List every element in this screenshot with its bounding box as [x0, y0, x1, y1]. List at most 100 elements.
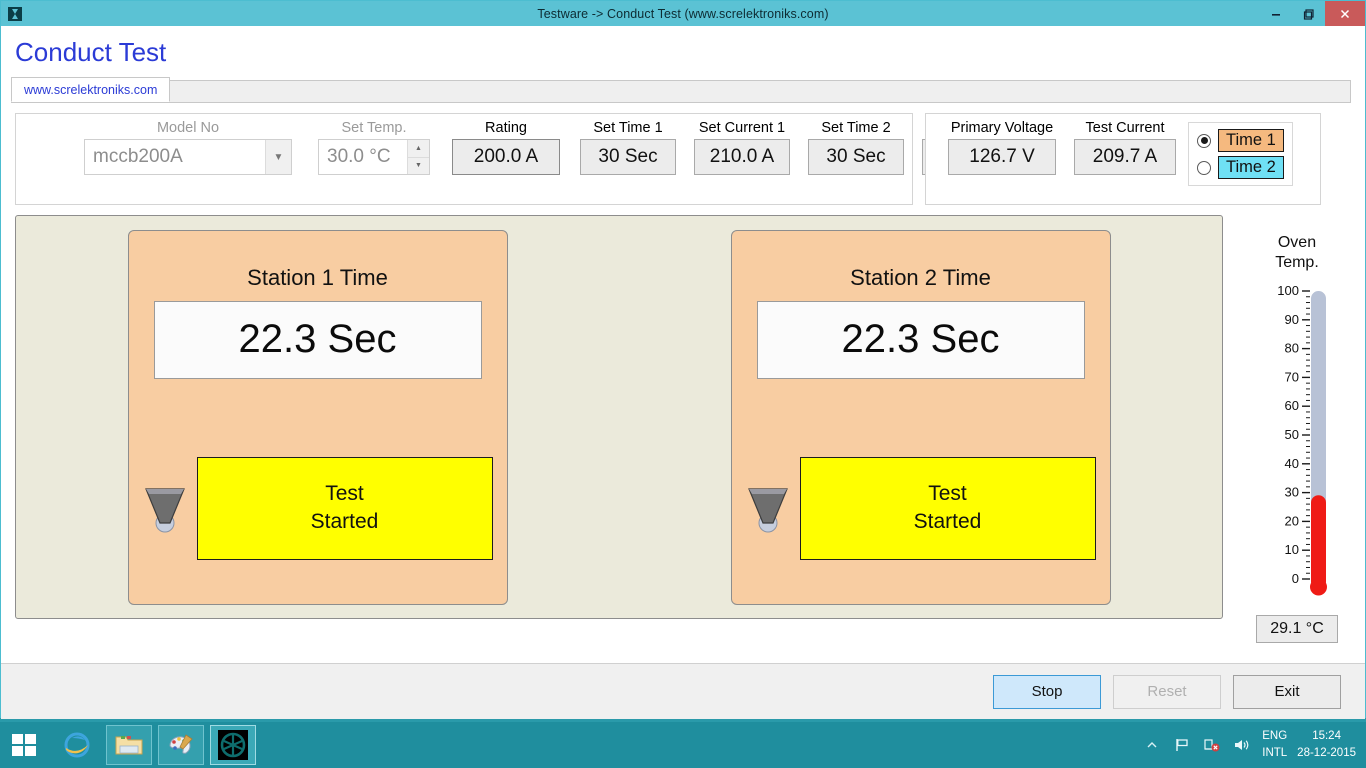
- oven-temp-title: Oven Temp.: [1275, 233, 1319, 273]
- svg-text:90: 90: [1285, 312, 1299, 327]
- reset-button: Reset: [1113, 674, 1221, 709]
- primary-voltage-label: Primary Voltage: [950, 120, 1054, 136]
- field-set-temp: Set Temp. 30.0 °C ▲ ▼: [318, 120, 430, 175]
- svg-text:70: 70: [1285, 369, 1299, 384]
- test-current-label: Test Current: [1085, 120, 1165, 136]
- footer-button-bar: Stop Reset Exit: [1, 663, 1365, 719]
- station-1-status-button[interactable]: Test Started: [196, 456, 493, 560]
- internet-explorer-icon[interactable]: [54, 725, 100, 765]
- minimize-button[interactable]: [1259, 1, 1292, 26]
- oven-temp-title-line2: Temp.: [1275, 254, 1319, 271]
- station-2-panel: Station 2 Time 22.3 Sec Test Started: [730, 229, 1111, 605]
- taskbar: ENG INTL 15:24 28-12-2015: [0, 722, 1366, 768]
- set-temp-stepper[interactable]: 30.0 °C ▲ ▼: [318, 139, 430, 175]
- stop-button-label: Stop: [1031, 683, 1063, 700]
- svg-text:40: 40: [1285, 456, 1299, 471]
- set-current-1-label: Set Current 1: [698, 120, 786, 136]
- funnel-indicator-icon: [746, 481, 790, 535]
- station-2-status-line1: Test: [928, 481, 967, 505]
- spinner-up-icon[interactable]: ▲: [407, 140, 429, 158]
- oven-thermometer: Oven Temp. 0 10 20 30 40 50 60 70 80 90 100 29.1 °…: [1243, 233, 1351, 643]
- client-area: Model No mccb200A ▼ Set Temp. 30.0 °C ▲: [1, 103, 1365, 719]
- station-1-panel: Station 1 Time 22.3 Sec Test Started: [127, 229, 508, 605]
- model-no-select[interactable]: mccb200A ▼: [84, 139, 292, 175]
- field-test-current: Test Current 209.7 A: [1074, 120, 1176, 175]
- station-1-status-line1: Test: [325, 481, 364, 505]
- radio-time-1-icon[interactable]: [1197, 133, 1211, 148]
- action-center-flag-icon[interactable]: [1172, 735, 1192, 755]
- svg-text:0: 0: [1292, 571, 1299, 586]
- live-measurements-group: Primary Voltage 126.7 V Test Current 209…: [925, 113, 1321, 205]
- station-2-title: Station 2 Time: [850, 264, 991, 290]
- svg-text:20: 20: [1285, 513, 1299, 528]
- station-2-status-line2: Started: [913, 510, 982, 533]
- set-time-1-label: Set Time 1: [593, 120, 663, 136]
- page-title: Conduct Test: [15, 36, 167, 67]
- chevron-down-icon[interactable]: ▼: [265, 140, 291, 174]
- spinner-down-icon[interactable]: ▼: [407, 157, 429, 174]
- window-title: Testware -> Conduct Test (www.screlektro…: [537, 6, 829, 21]
- station-1-status-line2: Started: [310, 510, 379, 533]
- set-time-2-value: 30 Sec: [808, 139, 904, 175]
- clock[interactable]: 15:24 28-12-2015: [1297, 728, 1356, 761]
- paint-icon[interactable]: [158, 725, 204, 765]
- field-set-time-1: Set Time 1 30 Sec: [580, 120, 676, 175]
- stop-button[interactable]: Stop: [993, 674, 1101, 709]
- svg-text:80: 80: [1285, 341, 1299, 356]
- field-primary-voltage: Primary Voltage 126.7 V: [948, 120, 1056, 175]
- chevron-up-icon[interactable]: [1142, 735, 1162, 755]
- system-tray: ENG INTL 15:24 28-12-2015: [1142, 728, 1366, 761]
- language-line2: INTL: [1262, 747, 1288, 759]
- tab-screlektroniks[interactable]: www.screlektroniks.com: [11, 77, 171, 102]
- file-explorer-icon[interactable]: [106, 725, 152, 765]
- testware-app-icon[interactable]: [210, 725, 256, 765]
- radio-option-time-1[interactable]: Time 1: [1197, 129, 1284, 152]
- radio-time-2-label: Time 2: [1218, 156, 1284, 179]
- tab-strip-filler: [170, 80, 1351, 102]
- tab-label: www.screlektroniks.com: [24, 82, 158, 97]
- station-2-time-readout: 22.3 Sec: [756, 300, 1085, 379]
- clock-date: 28-12-2015: [1297, 747, 1356, 759]
- application-window: Testware -> Conduct Test (www.screlektro…: [0, 0, 1366, 719]
- windows-start-icon[interactable]: [0, 722, 48, 768]
- primary-voltage-value: 126.7 V: [948, 139, 1056, 175]
- tab-strip: www.screlektroniks.com: [11, 77, 1351, 103]
- set-temp-spin-buttons: ▲ ▼: [407, 140, 429, 174]
- language-line1: ENG: [1262, 730, 1288, 743]
- app-logo-icon: [4, 3, 26, 25]
- set-time-1-value: 30 Sec: [580, 139, 676, 175]
- speaker-icon[interactable]: [1232, 735, 1252, 755]
- window-controls: [1259, 1, 1365, 26]
- funnel-indicator-icon: [143, 481, 187, 535]
- parameter-row: Model No mccb200A ▼ Set Temp. 30.0 °C ▲: [15, 113, 1351, 205]
- radio-option-time-2[interactable]: Time 2: [1197, 156, 1284, 179]
- stations-panel: Station 1 Time 22.3 Sec Test Started Sta…: [15, 215, 1223, 619]
- title-bar: Testware -> Conduct Test (www.screlektro…: [1, 1, 1365, 26]
- field-set-time-2: Set Time 2 30 Sec: [808, 120, 904, 175]
- svg-text:10: 10: [1285, 542, 1299, 557]
- station-1-status-row: Test Started: [143, 456, 493, 560]
- field-set-current-1: Set Current 1 210.0 A: [694, 120, 790, 175]
- svg-text:30: 30: [1285, 485, 1299, 500]
- oven-temp-title-line1: Oven: [1277, 234, 1317, 251]
- field-model-no: Model No mccb200A ▼: [84, 120, 292, 175]
- svg-text:60: 60: [1285, 398, 1299, 413]
- svg-text:100: 100: [1277, 283, 1299, 298]
- page-header: Conduct Test: [1, 26, 1365, 78]
- model-no-value: mccb200A: [93, 146, 183, 167]
- station-2-status-button[interactable]: Test Started: [799, 456, 1096, 560]
- network-error-icon[interactable]: [1202, 735, 1222, 755]
- exit-button[interactable]: Exit: [1233, 674, 1341, 709]
- station-1-time-readout: 22.3 Sec: [153, 300, 482, 379]
- test-current-value: 209.7 A: [1074, 139, 1176, 175]
- language-indicator[interactable]: ENG INTL: [1262, 728, 1287, 761]
- reset-button-label: Reset: [1147, 683, 1187, 700]
- model-no-label: Model No: [156, 120, 220, 136]
- rating-value: 200.0 A: [452, 139, 560, 175]
- svg-text:50: 50: [1285, 427, 1299, 442]
- set-current-1-value: 210.0 A: [694, 139, 790, 175]
- screen: Testware -> Conduct Test (www.screlektro…: [0, 0, 1366, 768]
- radio-time-2-icon[interactable]: [1197, 160, 1211, 175]
- maximize-button[interactable]: [1292, 1, 1325, 26]
- close-button[interactable]: [1325, 1, 1365, 26]
